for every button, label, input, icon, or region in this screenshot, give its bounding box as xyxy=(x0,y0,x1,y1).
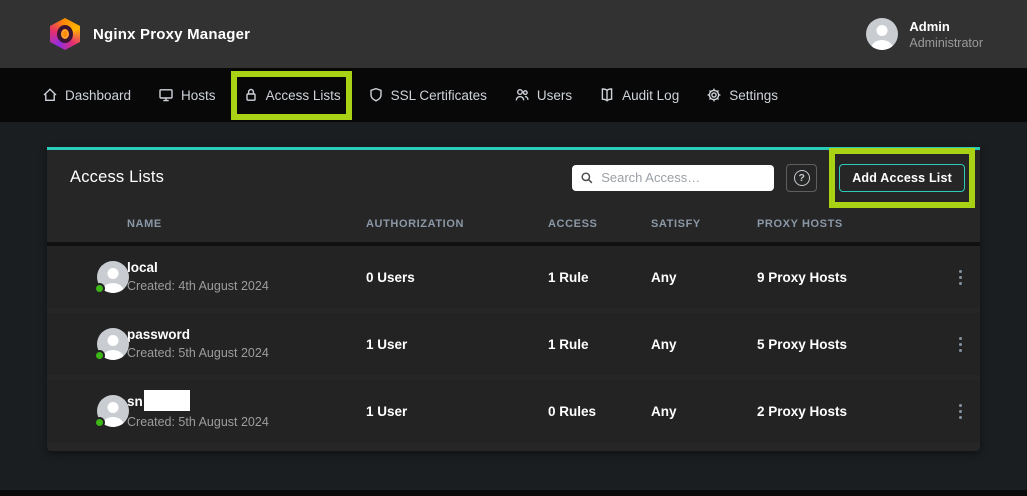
table-row-sn-redacted[interactable]: sn Created: 5th August 2024 1 User 0 Rul… xyxy=(47,380,980,442)
cell-satisfy: Any xyxy=(651,337,757,352)
table-body: local Created: 4th August 2024 0 Users 1… xyxy=(47,246,980,442)
main-nav: Dashboard Hosts Access Lists SSL Certifi… xyxy=(0,68,1027,122)
row-actions-menu-button[interactable] xyxy=(948,328,972,360)
user-avatar xyxy=(866,18,898,50)
nav-label: Settings xyxy=(729,88,778,103)
access-list-name: sn xyxy=(127,393,143,410)
nav-label: Audit Log xyxy=(622,88,679,103)
table-header: NAME AUTHORIZATION ACCESS SATISFY PROXY … xyxy=(47,205,980,242)
redaction-box xyxy=(144,390,190,411)
nav-item-dashboard[interactable]: Dashboard xyxy=(42,68,131,122)
user-name: Admin xyxy=(909,18,983,35)
table-row-local[interactable]: local Created: 4th August 2024 0 Users 1… xyxy=(47,246,980,308)
access-list-created: Created: 5th August 2024 xyxy=(127,345,366,362)
panel-header: Access Lists ? Add Access List xyxy=(47,150,980,205)
help-button[interactable]: ? xyxy=(786,164,817,192)
cell-proxy-hosts: 5 Proxy Hosts xyxy=(757,337,948,352)
cell-authorization: 0 Users xyxy=(366,270,548,285)
column-header-satisfy: SATISFY xyxy=(651,218,757,230)
cell-proxy-hosts: 2 Proxy Hosts xyxy=(757,404,948,419)
cell-access: 0 Rules xyxy=(548,404,651,419)
table-row-password[interactable]: password Created: 5th August 2024 1 User… xyxy=(47,313,980,375)
app-header: Nginx Proxy Manager Admin Administrator xyxy=(0,0,1027,68)
row-actions-menu-button[interactable] xyxy=(948,261,972,293)
gear-icon xyxy=(706,87,722,103)
bottom-edge-strip xyxy=(0,490,1027,496)
cell-authorization: 1 User xyxy=(366,404,548,419)
nav-item-settings[interactable]: Settings xyxy=(706,68,778,122)
column-header-name: NAME xyxy=(127,218,366,230)
nav-label: Hosts xyxy=(181,88,216,103)
nav-item-access-lists[interactable]: Access Lists xyxy=(243,68,341,122)
help-circle-icon: ? xyxy=(794,170,810,186)
cell-satisfy: Any xyxy=(651,270,757,285)
kebab-icon xyxy=(959,410,962,413)
lock-icon xyxy=(243,87,259,103)
nav-label: Dashboard xyxy=(65,88,131,103)
row-actions-menu-button[interactable] xyxy=(948,395,972,427)
nav-item-hosts[interactable]: Hosts xyxy=(158,68,216,122)
cell-access: 1 Rule xyxy=(548,337,651,352)
cell-access: 1 Rule xyxy=(548,270,651,285)
access-list-created: Created: 4th August 2024 xyxy=(127,278,366,295)
nav-label: SSL Certificates xyxy=(391,88,487,103)
shield-icon xyxy=(368,87,384,103)
search-box xyxy=(572,165,774,191)
person-icon xyxy=(866,18,898,50)
nav-item-users[interactable]: Users xyxy=(514,68,572,122)
nav-label: Access Lists xyxy=(266,88,341,103)
nav-item-audit-log[interactable]: Audit Log xyxy=(599,68,679,122)
nav-item-ssl-certificates[interactable]: SSL Certificates xyxy=(368,68,487,122)
home-icon xyxy=(42,87,58,103)
access-list-name: password xyxy=(127,326,366,343)
column-header-proxy-hosts: PROXY HOSTS xyxy=(757,218,948,230)
search-icon xyxy=(580,171,594,185)
users-icon xyxy=(514,87,530,103)
monitor-icon xyxy=(158,87,174,103)
column-header-authorization: AUTHORIZATION xyxy=(366,218,548,230)
access-list-name: local xyxy=(127,259,366,276)
npm-logo-icon xyxy=(50,18,80,50)
page-body: Access Lists ? Add Access List NAME AUTH… xyxy=(0,122,1027,451)
access-lists-panel: Access Lists ? Add Access List NAME AUTH… xyxy=(47,147,980,451)
add-access-list-button[interactable]: Add Access List xyxy=(839,164,965,192)
user-role: Administrator xyxy=(909,35,983,51)
page-title: Access Lists xyxy=(70,168,164,187)
kebab-icon xyxy=(959,343,962,346)
book-icon xyxy=(599,87,615,103)
cell-authorization: 1 User xyxy=(366,337,548,352)
panel-footer xyxy=(47,442,980,451)
access-list-created: Created: 5th August 2024 xyxy=(127,414,366,431)
status-online-dot xyxy=(94,417,105,428)
nav-label: Users xyxy=(537,88,572,103)
search-input[interactable] xyxy=(601,170,766,185)
cell-proxy-hosts: 9 Proxy Hosts xyxy=(757,270,948,285)
cell-satisfy: Any xyxy=(651,404,757,419)
status-online-dot xyxy=(94,283,105,294)
column-header-access: ACCESS xyxy=(548,218,651,230)
app-title: Nginx Proxy Manager xyxy=(93,26,250,43)
kebab-icon xyxy=(959,276,962,279)
status-online-dot xyxy=(94,350,105,361)
user-menu[interactable]: Admin Administrator xyxy=(866,18,983,51)
